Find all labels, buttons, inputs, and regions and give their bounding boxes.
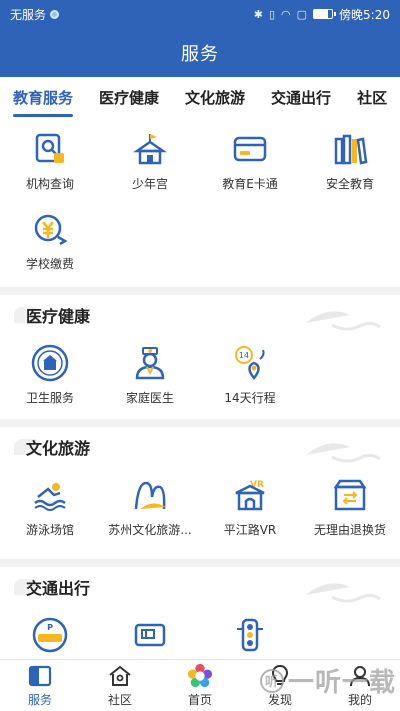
umbrella-watermark-icon (306, 443, 381, 463)
youth-palace-icon (130, 129, 170, 169)
service-edu-card[interactable]: 教育E卡通 (200, 121, 300, 201)
nav-label: 服务 (27, 693, 52, 707)
tab-community[interactable]: 社区 (344, 77, 400, 121)
service-label: 卫生服务 (25, 391, 74, 405)
svg-text:P: P (47, 623, 53, 632)
service-school-payment[interactable]: 学校缴费 (0, 201, 100, 281)
tab-transport[interactable]: 交通出行 (258, 77, 344, 121)
service-label: 安全教育 (325, 177, 374, 191)
service-institution-query[interactable]: 机构查询 (0, 121, 100, 201)
culture-section: 文化旅游 游泳场馆 苏州文化旅游... VR 平江路VR 无理由退换货 (0, 427, 400, 559)
clock-text: 傍晚5:20 (339, 7, 390, 22)
transport-section: 交通出行 P (0, 567, 400, 659)
brand-watermark: 听 一听一载 (259, 662, 396, 699)
service-label: 教育E卡通 (222, 177, 278, 191)
sim-icon: ▢ (296, 7, 308, 21)
service-suzhou-culture[interactable]: 苏州文化旅游... (100, 467, 200, 547)
battery-icon (313, 9, 337, 19)
service-label: 机构查询 (25, 177, 74, 191)
service-label: 平江路VR (223, 523, 277, 537)
page-title: 服务 (181, 43, 219, 65)
community-tab-icon (107, 663, 133, 689)
tab-education[interactable]: 教育服务 (0, 77, 86, 121)
service-pingjiang-vr[interactable]: VR 平江路VR (200, 467, 300, 547)
parking-icon: P (30, 615, 70, 655)
home-tab-icon (187, 663, 213, 689)
status-bar: 无服务 ✱ ▯ ◠ ▢ 傍晚5:20 (0, 0, 400, 28)
return-box-icon (330, 475, 370, 515)
transit-card-icon (130, 615, 170, 655)
location-dot-icon (50, 9, 60, 19)
nav-community[interactable]: 社区 (80, 660, 160, 711)
service-tab-icon (27, 663, 53, 689)
search-institution-icon (30, 129, 70, 169)
trip-14-days-icon: 14 (230, 343, 270, 383)
app-header: 无服务 ✱ ▯ ◠ ▢ 傍晚5:20 服务 (0, 0, 400, 77)
service-label: 无理由退换货 (313, 523, 386, 537)
service-label: 14天行程 (224, 391, 276, 405)
service-label: 家庭医生 (125, 391, 174, 405)
card-icon (230, 129, 270, 169)
svg-text:14: 14 (239, 351, 249, 360)
wifi-icon: ◠ (281, 7, 291, 21)
services-content[interactable]: 机构查询 少年宫 教育E卡通 安全教育 学校缴费 医疗健康 卫生服务 家庭医生 … (0, 121, 400, 659)
suzhou-culture-icon (130, 475, 170, 515)
nav-label: 首页 (187, 693, 212, 707)
service-swimming[interactable]: 游泳场馆 (0, 467, 100, 547)
service-label: 游泳场馆 (25, 523, 74, 537)
health-emblem-icon (30, 343, 70, 383)
umbrella-watermark-icon (306, 311, 381, 331)
service-no-reason-return[interactable]: 无理由退换货 (300, 467, 400, 547)
service-family-doctor[interactable]: 家庭医生 (100, 335, 200, 415)
doctor-icon (130, 343, 170, 383)
medical-section: 医疗健康 卫生服务 家庭医生 14 14天行程 (0, 295, 400, 419)
service-traffic[interactable] (200, 607, 300, 659)
service-14-day-trip[interactable]: 14 14天行程 (200, 335, 300, 415)
education-section: 机构查询 少年宫 教育E卡通 安全教育 学校缴费 (0, 121, 400, 287)
vibrate-icon: ▯ (268, 7, 276, 21)
traffic-light-icon (230, 615, 270, 655)
swimmer-icon (30, 475, 70, 515)
service-safety-education[interactable]: 安全教育 (300, 121, 400, 201)
nav-home[interactable]: 首页 (160, 660, 240, 711)
service-transit-card[interactable] (100, 607, 200, 659)
tab-culture[interactable]: 文化旅游 (172, 77, 258, 121)
umbrella-watermark-icon (306, 583, 381, 603)
nav-label: 社区 (107, 693, 132, 707)
tab-medical[interactable]: 医疗健康 (86, 77, 172, 121)
books-icon (330, 129, 370, 169)
carrier-text: 无服务 (10, 7, 47, 22)
service-youth-palace[interactable]: 少年宫 (100, 121, 200, 201)
bluetooth-icon: ✱ (253, 7, 263, 21)
service-health[interactable]: 卫生服务 (0, 335, 100, 415)
category-tabs: 教育服务 医疗健康 文化旅游 交通出行 社区 (0, 77, 400, 121)
service-parking[interactable]: P (0, 607, 100, 659)
service-label: 苏州文化旅游... (108, 523, 192, 537)
brand-watermark-text: 一听一载 (287, 668, 396, 698)
brand-logo-icon: 听 (259, 668, 284, 693)
payment-icon (30, 209, 70, 249)
vr-gate-icon: VR (230, 475, 270, 515)
service-label: 少年宫 (131, 177, 168, 191)
nav-service[interactable]: 服务 (0, 660, 80, 711)
service-label: 学校缴费 (25, 257, 74, 271)
